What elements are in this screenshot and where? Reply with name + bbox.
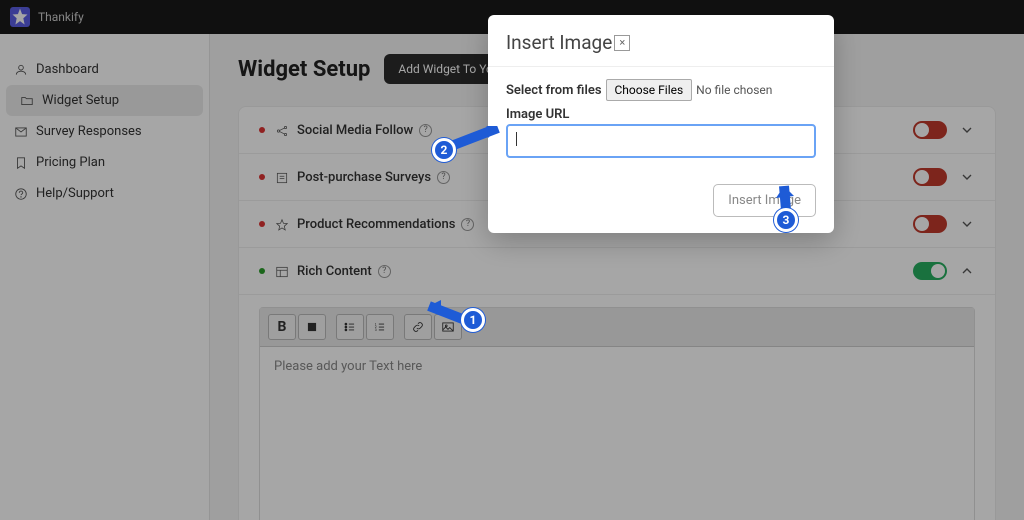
insert-image-button[interactable]: Insert Image: [713, 184, 816, 217]
sidebar-item-help-support[interactable]: Help/Support: [0, 178, 209, 209]
chevron-down-icon[interactable]: [959, 216, 975, 232]
sidebar-item-survey-responses[interactable]: Survey Responses: [0, 116, 209, 147]
status-dot: [259, 174, 265, 180]
help-tooltip-icon[interactable]: ?: [419, 124, 432, 137]
image-button[interactable]: [434, 314, 462, 340]
link-button[interactable]: [404, 314, 432, 340]
select-from-files-label: Select from files: [506, 83, 602, 98]
sidebar-item-pricing-plan[interactable]: Pricing Plan: [0, 147, 209, 178]
modal-close-button[interactable]: ×: [614, 35, 630, 51]
help-tooltip-icon[interactable]: ?: [437, 171, 450, 184]
image-url-label: Image URL: [506, 107, 816, 122]
widget-label: Rich Content: [297, 264, 372, 279]
insert-image-modal: Insert Image × Select from files Choose …: [488, 15, 834, 233]
sidebar-item-widget-setup[interactable]: Widget Setup: [6, 85, 203, 116]
widget-toggle[interactable]: [913, 262, 947, 280]
folder-icon: [20, 94, 34, 108]
bookmark-icon: [14, 156, 28, 170]
app-name: Thankify: [38, 10, 84, 24]
sidebar-item-label: Help/Support: [36, 186, 114, 201]
help-tooltip-icon[interactable]: ?: [378, 265, 391, 278]
widget-label: Post-purchase Surveys: [297, 170, 431, 185]
rich-text-editor: B 123 Please add your Text here: [259, 307, 975, 520]
status-dot: [259, 127, 265, 133]
status-dot: [259, 268, 265, 274]
sidebar: Dashboard Widget Setup Survey Responses …: [0, 34, 210, 520]
chevron-down-icon[interactable]: [959, 122, 975, 138]
sidebar-item-label: Pricing Plan: [36, 155, 105, 170]
ordered-list-button[interactable]: 123: [366, 314, 394, 340]
editor-toolbar: B 123: [260, 308, 974, 347]
choose-files-button[interactable]: Choose Files: [606, 79, 693, 101]
sidebar-item-label: Dashboard: [36, 62, 99, 77]
user-icon: [14, 63, 28, 77]
status-dot: [259, 221, 265, 227]
help-icon: [14, 187, 28, 201]
widget-toggle[interactable]: [913, 168, 947, 186]
widget-toggle[interactable]: [913, 215, 947, 233]
page-title: Widget Setup: [238, 57, 370, 82]
layout-icon: [275, 264, 289, 278]
editor-placeholder: Please add your Text here: [274, 359, 422, 374]
unordered-list-button[interactable]: [336, 314, 364, 340]
widget-label: Social Media Follow: [297, 123, 413, 138]
widget-toggle[interactable]: [913, 121, 947, 139]
chevron-down-icon[interactable]: [959, 169, 975, 185]
image-url-input[interactable]: [506, 124, 816, 158]
widget-label: Product Recommendations: [297, 217, 455, 232]
share-icon: [275, 123, 289, 137]
bold-button[interactable]: B: [268, 314, 296, 340]
survey-icon: [275, 170, 289, 184]
star-icon: [275, 217, 289, 231]
chevron-up-icon[interactable]: [959, 263, 975, 279]
no-file-chosen-text: No file chosen: [696, 83, 772, 97]
color-button[interactable]: [298, 314, 326, 340]
sidebar-item-label: Widget Setup: [42, 93, 119, 108]
editor-textarea[interactable]: Please add your Text here: [260, 347, 974, 520]
help-tooltip-icon[interactable]: ?: [461, 218, 474, 231]
mail-icon: [14, 125, 28, 139]
svg-text:3: 3: [375, 328, 377, 332]
widget-row-rich-content: Rich Content ?: [239, 248, 995, 295]
sidebar-item-label: Survey Responses: [36, 124, 142, 139]
sidebar-item-dashboard[interactable]: Dashboard: [0, 54, 209, 85]
modal-title: Insert Image: [506, 31, 612, 54]
app-logo-icon: [10, 7, 30, 27]
